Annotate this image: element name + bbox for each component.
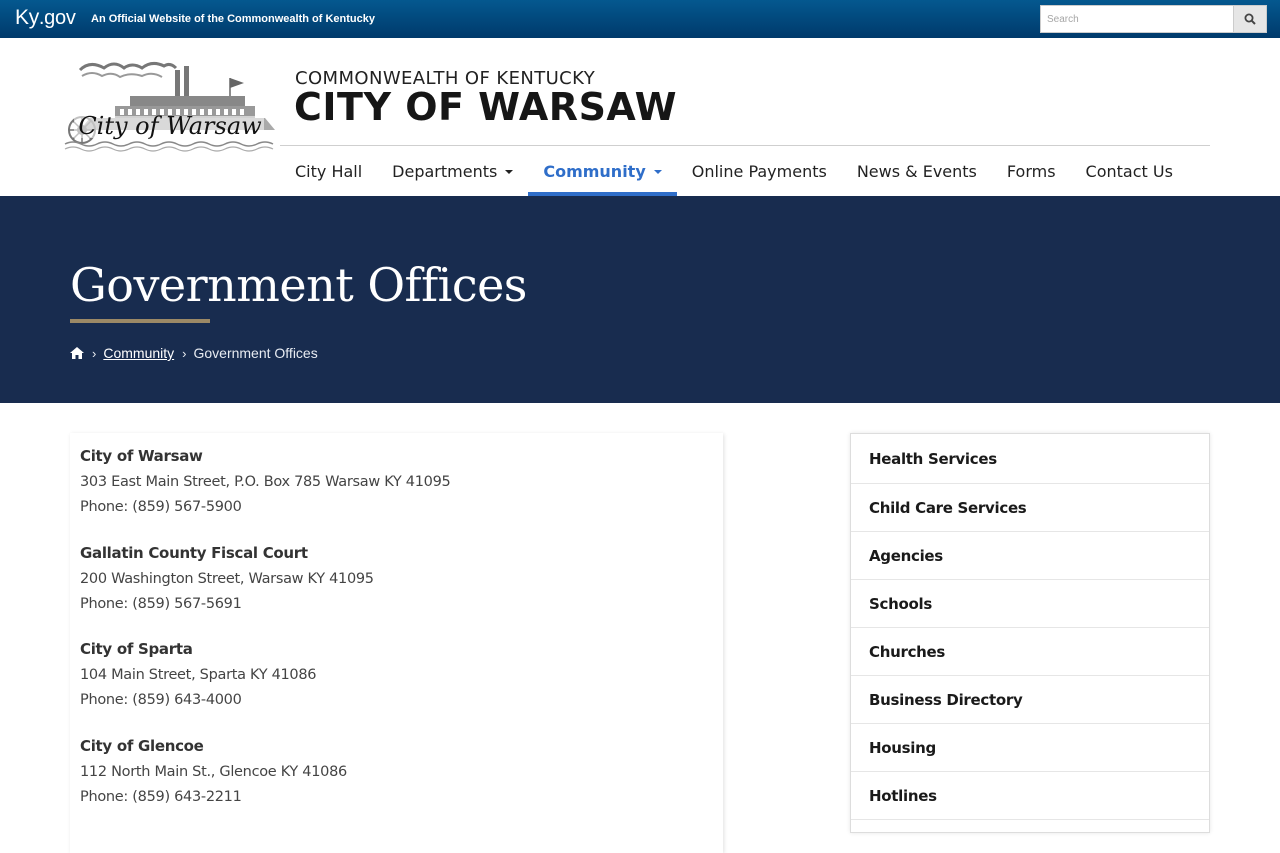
office-address: 112 North Main St., Glencoe KY 41086: [80, 764, 347, 780]
sidebar-item-agencies[interactable]: Agencies: [851, 532, 1209, 580]
nav-label: Online Payments: [691, 161, 827, 181]
kygov-logo[interactable]: Ky.gov: [15, 6, 76, 30]
caret-down-icon: [653, 170, 662, 174]
nav-item-online-payments[interactable]: Online Payments: [677, 146, 842, 196]
page-title: Government Offices: [70, 258, 527, 312]
nav-item-news-events[interactable]: News & Events: [842, 146, 992, 196]
office-phone: Phone: (859) 643-2211: [80, 789, 242, 805]
kygov-bar: Ky.gov An Official Website of the Common…: [0, 0, 1280, 38]
site-title[interactable]: CITY OF WARSAW: [294, 85, 677, 129]
office-entry: Gallatin County Fiscal Court 200 Washing…: [80, 544, 374, 612]
search-button[interactable]: [1234, 5, 1267, 33]
sidebar-item-business-directory[interactable]: Business Directory: [851, 676, 1209, 724]
nav-label: Forms: [1006, 161, 1056, 181]
nav-item-contact-us[interactable]: Contact Us: [1071, 146, 1188, 196]
office-name: City of Glencoe: [80, 737, 204, 755]
nav-label: Community: [543, 161, 646, 181]
office-phone: Phone: (859) 567-5900: [80, 499, 242, 515]
nav-label: City Hall: [295, 161, 363, 181]
nav-label: News & Events: [856, 161, 977, 181]
nav-label: Departments: [392, 161, 498, 181]
nav-label: Contact Us: [1085, 161, 1173, 181]
sidebar-item-hotlines[interactable]: Hotlines: [851, 772, 1209, 820]
sidebar-item-schools[interactable]: Schools: [851, 580, 1209, 628]
chevron-right-icon: ›: [182, 345, 187, 361]
city-of-warsaw-logo[interactable]: City of Warsaw: [60, 58, 280, 154]
office-entry: City of Sparta 104 Main Street, Sparta K…: [80, 640, 317, 708]
page-hero: Government Offices › Community › Governm…: [0, 196, 1280, 403]
logo-script-text: City of Warsaw: [78, 112, 262, 140]
nav-item-city-hall[interactable]: City Hall: [280, 146, 377, 196]
caret-down-icon: [505, 170, 514, 174]
sidebar-item-housing[interactable]: Housing: [851, 724, 1209, 772]
breadcrumb: › Community › Government Offices: [70, 345, 318, 361]
office-name: Gallatin County Fiscal Court: [80, 544, 308, 562]
breadcrumb-community-link[interactable]: Community: [103, 345, 174, 361]
office-address: 303 East Main Street, P.O. Box 785 Warsa…: [80, 474, 451, 490]
office-address: 104 Main Street, Sparta KY 41086: [80, 667, 317, 683]
office-name: City of Warsaw: [80, 447, 203, 465]
title-underline: [70, 319, 210, 323]
kygov-logo-gov: .gov: [38, 7, 76, 29]
office-address: 200 Washington Street, Warsaw KY 41095: [80, 571, 374, 587]
search-icon: [1244, 13, 1256, 25]
nav-item-departments[interactable]: Departments: [377, 146, 528, 196]
sidebar-item-churches[interactable]: Churches: [851, 628, 1209, 676]
main-nav: City Hall Departments Community Online P…: [280, 146, 1188, 196]
breadcrumb-current: Government Offices: [193, 345, 318, 361]
office-phone: Phone: (859) 643-4000: [80, 692, 242, 708]
office-phone: Phone: (859) 567-5691: [80, 596, 242, 612]
chevron-right-icon: ›: [92, 345, 97, 361]
community-sidebar: Health Services Child Care Services Agen…: [850, 433, 1210, 833]
home-icon[interactable]: [70, 347, 84, 359]
office-name: City of Sparta: [80, 640, 193, 658]
sidebar-item-health-services[interactable]: Health Services: [851, 434, 1209, 484]
office-entry: City of Warsaw 303 East Main Street, P.O…: [80, 447, 451, 515]
nav-item-forms[interactable]: Forms: [992, 146, 1071, 196]
search-input[interactable]: [1040, 5, 1234, 33]
offices-card: City of Warsaw 303 East Main Street, P.O…: [70, 433, 723, 853]
office-entry: City of Glencoe 112 North Main St., Glen…: [80, 737, 347, 805]
sidebar-item-child-care-services[interactable]: Child Care Services: [851, 484, 1209, 532]
kygov-tagline: An Official Website of the Commonwealth …: [91, 13, 375, 25]
nav-item-community[interactable]: Community: [528, 146, 678, 196]
kygov-logo-ky: Ky: [15, 6, 39, 29]
site-header: City of Warsaw COMMONWEALTH OF KENTUCKY …: [0, 38, 1280, 196]
